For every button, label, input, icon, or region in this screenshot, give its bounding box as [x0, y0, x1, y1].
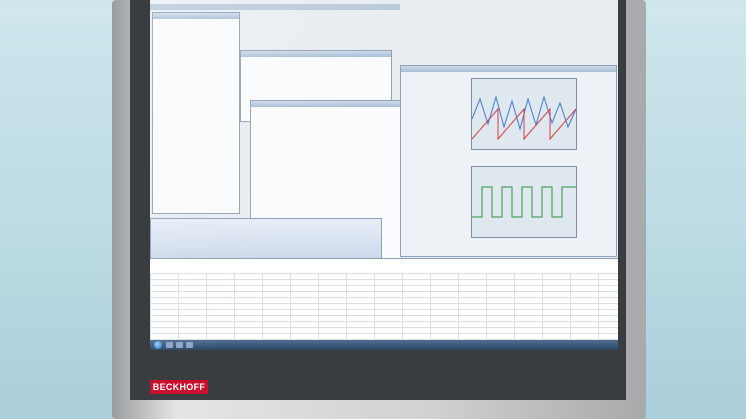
system-manager-tree-window [152, 12, 240, 214]
spreadsheet-cells [150, 273, 618, 341]
window-titlebar [153, 13, 239, 19]
scope-chart-top [471, 78, 577, 150]
window-titlebar [251, 101, 401, 107]
taskbar [150, 340, 618, 350]
windows-start-orb-icon[interactable] [154, 341, 162, 349]
taskbar-app-icon[interactable] [166, 342, 173, 348]
scope-view-window [400, 65, 617, 257]
taskbar-app-icon[interactable] [186, 342, 193, 348]
beckhoff-logo: BECKHOFF [150, 380, 208, 394]
scope-chart-bottom-plot [472, 186, 576, 218]
spreadsheet-grid [150, 258, 618, 341]
window-titlebar [241, 51, 391, 57]
taskbar-app-icon[interactable] [176, 342, 183, 348]
scope-chart-bottom [471, 166, 577, 238]
scope-trace-pulse [472, 186, 576, 218]
display-screen [150, 0, 618, 350]
window-titlebar [401, 66, 616, 72]
scope-chart-top-plot [472, 95, 576, 141]
desktop-menubar [150, 4, 400, 10]
spreadsheet-ribbon [150, 218, 382, 260]
